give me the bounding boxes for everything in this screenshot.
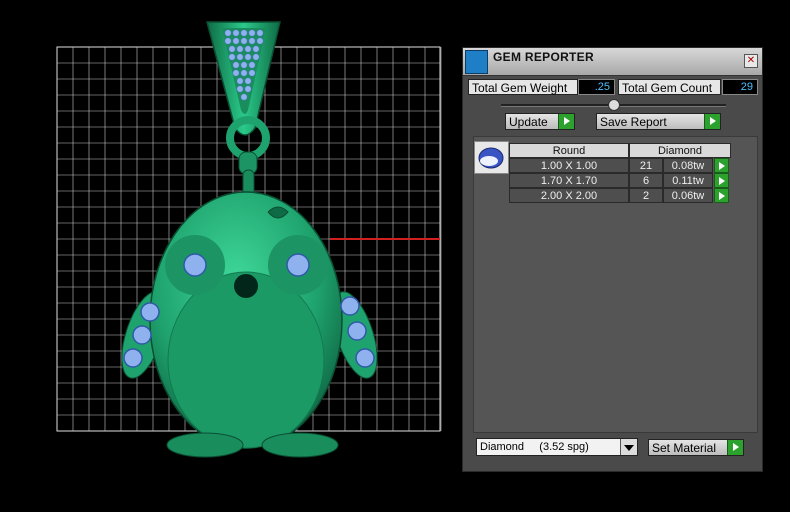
total-count-value: 29 (722, 79, 758, 95)
panel-titlebar[interactable]: GEM REPORTER ✕ (463, 48, 762, 76)
row-count: 21 (629, 158, 663, 173)
gem-reporter-panel: GEM REPORTER ✕ Total Gem Weight .25 Tota… (462, 47, 763, 472)
play-arrow-icon (704, 114, 720, 129)
panel-title: GEM REPORTER (493, 50, 594, 64)
close-icon[interactable]: ✕ (744, 54, 758, 68)
row-weight: 0.11tw (663, 173, 713, 188)
update-button[interactable]: Update (505, 113, 575, 130)
gem-list: Round Diamond 1.00 X 1.00 21 0.08tw 1.70… (473, 136, 758, 433)
total-weight-value: .25 (578, 79, 615, 95)
header-material: Diamond (629, 143, 731, 158)
material-select-value: Diamond (3.52 spg) (480, 441, 589, 453)
row-size: 2.00 X 2.00 (509, 188, 629, 203)
slider-handle[interactable] (608, 99, 620, 111)
chevron-down-icon (620, 439, 637, 455)
row-count: 6 (629, 173, 663, 188)
play-arrow-icon (558, 114, 574, 129)
gem-reporter-logo-icon (465, 50, 488, 74)
total-weight-label: Total Gem Weight (468, 79, 578, 95)
row-count: 2 (629, 188, 663, 203)
material-select[interactable]: Diamond (3.52 spg) (476, 438, 638, 456)
row-arrow-icon[interactable] (714, 173, 729, 188)
set-material-button[interactable]: Set Material (648, 439, 744, 456)
save-report-button[interactable]: Save Report (596, 113, 721, 130)
row-size: 1.00 X 1.00 (509, 158, 629, 173)
update-button-label: Update (509, 115, 548, 129)
round-gem-icon[interactable] (474, 141, 509, 174)
header-shape: Round (509, 143, 629, 158)
play-arrow-icon (727, 440, 743, 455)
viewport-canvas[interactable] (0, 0, 460, 512)
total-count-label: Total Gem Count (618, 79, 721, 95)
set-material-button-label: Set Material (652, 441, 717, 455)
viewport-3d[interactable] (0, 0, 460, 512)
row-weight: 0.06tw (663, 188, 713, 203)
row-arrow-icon[interactable] (714, 188, 729, 203)
pendant-bail (206, 21, 281, 211)
row-arrow-icon[interactable] (714, 158, 729, 173)
save-report-button-label: Save Report (600, 115, 667, 129)
row-size: 1.70 X 1.70 (509, 173, 629, 188)
row-weight: 0.08tw (663, 158, 713, 173)
